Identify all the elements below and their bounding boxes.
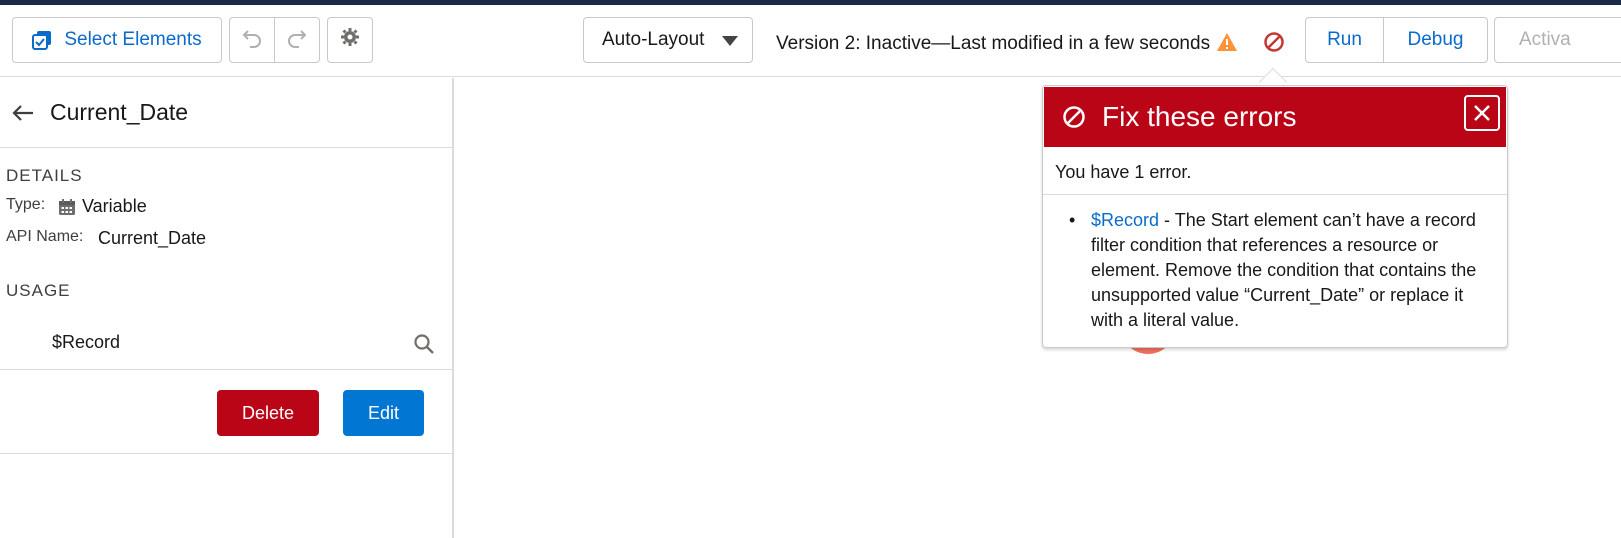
usage-item-label: $Record <box>52 332 121 352</box>
panel-divider <box>0 453 452 454</box>
gear-icon <box>340 27 360 53</box>
run-label: Run <box>1327 29 1362 50</box>
details-heading: DETAILS <box>6 166 83 185</box>
error-popover-title: Fix these errors <box>1102 101 1297 132</box>
usage-heading: USAGE <box>6 281 71 300</box>
panel-header: Current_Date <box>0 78 452 148</box>
search-icon[interactable] <box>413 333 435 360</box>
undo-icon <box>241 26 263 54</box>
layout-mode-select[interactable]: Auto-Layout <box>583 17 753 63</box>
api-name-value: Current_Date <box>98 228 207 248</box>
activate-label: Activa <box>1519 29 1571 50</box>
activate-button[interactable]: Activa <box>1494 17 1621 63</box>
debug-label: Debug <box>1407 29 1464 50</box>
edit-label: Edit <box>367 402 400 423</box>
error-popover: Fix these errors You have 1 error. • $Re… <box>1042 85 1508 348</box>
error-list: • $Record - The Start element can’t have… <box>1069 208 1489 333</box>
error-count: You have 1 error. <box>1055 162 1192 182</box>
type-label: Type: <box>6 196 46 213</box>
type-value: Variable <box>58 196 147 217</box>
popover-divider <box>1043 194 1507 195</box>
panel-title: Current_Date <box>50 99 189 125</box>
resource-details-panel: Current_Date DETAILS Type: Variable API … <box>0 78 454 538</box>
version-status: Version 2: Inactive—Last modified in a f… <box>776 33 1211 54</box>
usage-list-item[interactable]: $Record <box>0 320 452 370</box>
undo-button[interactable] <box>229 17 275 63</box>
select-elements-icon <box>32 30 52 50</box>
delete-label: Delete <box>241 402 295 423</box>
layout-mode-value: Auto-Layout <box>602 29 705 50</box>
redo-button[interactable] <box>274 17 320 63</box>
error-list-item: $Record - The Start element can’t have a… <box>1091 208 1489 333</box>
calendar-icon <box>58 198 76 216</box>
list-bullet: • <box>1069 210 1076 230</box>
error-icon <box>1062 105 1086 129</box>
chevron-down-icon <box>722 36 738 46</box>
back-arrow-icon[interactable] <box>12 104 34 122</box>
select-elements-button[interactable]: Select Elements <box>12 17 222 63</box>
api-name-label: API Name: <box>6 228 84 245</box>
error-popover-header: Fix these errors <box>1044 87 1506 147</box>
debug-button[interactable]: Debug <box>1383 17 1488 63</box>
delete-button[interactable]: Delete <box>217 390 319 436</box>
settings-button[interactable] <box>327 17 373 63</box>
type-value-text: Variable <box>82 196 147 216</box>
select-elements-label: Select Elements <box>64 29 202 50</box>
close-icon[interactable] <box>1464 95 1500 131</box>
error-icon[interactable] <box>1263 31 1285 58</box>
edit-button[interactable]: Edit <box>343 390 424 436</box>
warning-icon[interactable] <box>1216 32 1238 57</box>
error-record-link[interactable]: $Record <box>1091 210 1159 230</box>
builder-toolbar: Select Elements Auto-Layout Version 2: I… <box>0 5 1621 77</box>
run-button[interactable]: Run <box>1305 17 1384 63</box>
redo-icon <box>286 26 308 54</box>
